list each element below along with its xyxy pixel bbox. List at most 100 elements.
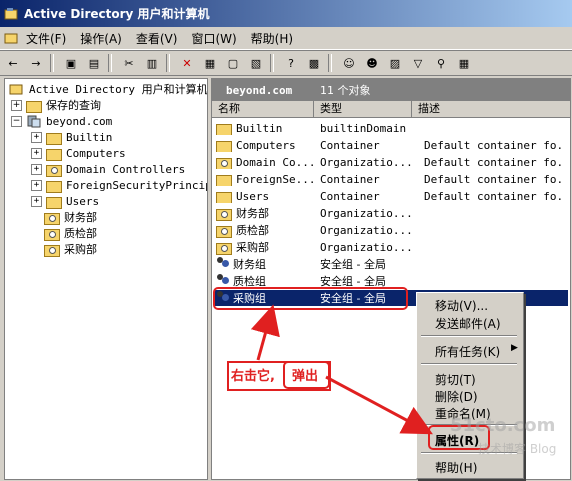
folder-icon xyxy=(216,139,232,152)
properties-icon[interactable]: ▦ xyxy=(200,53,220,73)
menu-help[interactable]: 帮助(H) xyxy=(251,30,293,47)
show-tree-icon[interactable]: ▤ xyxy=(84,53,104,73)
tree-item-label: 采购部 xyxy=(64,243,97,256)
row-type: Organizatio... xyxy=(320,206,413,220)
list-row-finance-group[interactable]: 财务组 安全组 - 全局 xyxy=(216,256,564,272)
row-type: builtinDomain xyxy=(320,121,407,135)
tree-item-label: beyond.com xyxy=(46,114,113,128)
annotation-popup: 弹出 xyxy=(292,369,319,384)
forward-arrow-icon[interactable]: → xyxy=(26,53,46,73)
expand-icon[interactable]: + xyxy=(31,147,42,159)
menu-item-all-tasks[interactable]: 所有任务(K) xyxy=(435,343,500,360)
system-menu-icon[interactable] xyxy=(4,31,20,45)
tree-item-label: Users xyxy=(66,194,100,208)
submenu-arrow-icon: ▶ xyxy=(511,343,518,353)
list-row-builtin[interactable]: Builtin builtinDomain xyxy=(216,120,564,136)
list-row-domain-controllers[interactable]: Domain Co... Organizatio... Default cont… xyxy=(216,154,564,170)
menu-window[interactable]: 窗口(W) xyxy=(191,30,236,47)
tree-item-label: 保存的查询 xyxy=(46,99,101,112)
export-list-icon[interactable]: ▧ xyxy=(246,53,266,73)
list-row-purchasing[interactable]: 采购部 Organizatio... xyxy=(216,239,564,255)
folder-icon xyxy=(46,131,62,145)
delete-icon[interactable]: ✕ xyxy=(177,53,197,73)
column-type[interactable]: 类型 xyxy=(314,101,412,117)
cut-icon[interactable]: ✂ xyxy=(119,53,139,73)
row-type: 安全组 - 全局 xyxy=(320,258,386,271)
row-desc: Default container fo... xyxy=(424,189,564,203)
row-name: Domain Co... xyxy=(236,155,316,169)
menu-item-cut[interactable]: 剪切(T) xyxy=(435,371,476,388)
annotation-right-click: 右击它, xyxy=(231,369,275,384)
column-name[interactable]: 名称 xyxy=(212,101,314,117)
ou-icon xyxy=(44,227,60,241)
toolbar-separator xyxy=(328,54,332,72)
row-name: Computers xyxy=(236,138,296,152)
menu-item-move[interactable]: 移动(V)... xyxy=(435,297,488,314)
help-icon[interactable]: ? xyxy=(281,53,301,73)
tree-item-domain[interactable]: − beyond.com xyxy=(11,113,112,129)
menu-separator xyxy=(421,335,517,337)
menu-action[interactable]: 操作(A) xyxy=(80,30,122,47)
menu-item-delete[interactable]: 删除(D) xyxy=(435,388,478,405)
toolbar-separator xyxy=(166,54,170,72)
list-row-computers[interactable]: Computers Container Default container fo… xyxy=(216,137,564,153)
domain-icon xyxy=(27,115,41,127)
menu-view[interactable]: 查看(V) xyxy=(136,30,178,47)
row-name: 财务组 xyxy=(233,258,266,271)
find-icon[interactable]: ⚲ xyxy=(431,53,451,73)
tree-item-saved-queries[interactable]: + 保存的查询 xyxy=(11,97,101,113)
list-row-finance[interactable]: 财务部 Organizatio... xyxy=(216,205,564,221)
copy-icon[interactable]: ▢ xyxy=(223,53,243,73)
list-row-foreign-security[interactable]: ForeignSe... Container Default container… xyxy=(216,171,564,187)
expand-icon[interactable]: + xyxy=(31,131,42,143)
menu-item-help[interactable]: 帮助(H) xyxy=(435,459,477,476)
folder-icon xyxy=(46,147,62,161)
details-domain: beyond.com xyxy=(226,83,293,97)
ou-icon xyxy=(216,207,232,221)
row-name: ForeignSe... xyxy=(236,172,316,186)
tree-item-domain-controllers[interactable]: + Domain Controllers xyxy=(31,161,185,177)
toolbar: ← → ▣ ▤ ✂ ▥ ✕ ▦ ▢ ▧ ? ▩ ☺ ☻ ▨ ▽ ⚲ ▦ xyxy=(0,50,572,76)
tree-item-computers[interactable]: + Computers xyxy=(31,145,126,161)
ad-root-icon xyxy=(9,84,23,94)
group-icon xyxy=(216,274,230,288)
add-to-group-icon[interactable]: ▦ xyxy=(454,53,474,73)
up-folder-icon[interactable]: ▣ xyxy=(61,53,81,73)
row-type: Container xyxy=(320,138,380,152)
collapse-icon[interactable]: − xyxy=(11,115,22,127)
tree-item-builtin[interactable]: + Builtin xyxy=(31,129,112,145)
column-description[interactable]: 描述 xyxy=(412,101,570,117)
list-row-users[interactable]: Users Container Default container fo... xyxy=(216,188,564,204)
new-group-icon[interactable]: ☻ xyxy=(362,53,382,73)
tree-item-finance[interactable]: 财务部 xyxy=(44,209,97,225)
tree-pane: Active Directory 用户和计算机 + 保存的查询 − beyond… xyxy=(4,78,208,480)
back-arrow-icon[interactable]: ← xyxy=(3,53,23,73)
new-ou-icon[interactable]: ▨ xyxy=(385,53,405,73)
tree-item-qc[interactable]: 质检部 xyxy=(44,225,97,241)
row-desc: Default container fo... xyxy=(424,138,564,152)
ou-icon xyxy=(46,163,62,177)
expand-icon[interactable]: + xyxy=(31,179,42,191)
folder-icon xyxy=(216,190,232,203)
tree-item-purchasing[interactable]: 采购部 xyxy=(44,241,97,257)
ou-icon xyxy=(44,243,60,257)
row-type: Container xyxy=(320,189,380,203)
expand-icon[interactable]: + xyxy=(31,195,42,207)
tree-root[interactable]: Active Directory 用户和计算机 xyxy=(9,81,207,97)
filter-icon[interactable]: ▽ xyxy=(408,53,428,73)
paste-icon[interactable]: ▥ xyxy=(142,53,162,73)
tree-item-foreign-security[interactable]: + ForeignSecurityPrincipa xyxy=(31,177,207,193)
new-user-icon[interactable]: ☺ xyxy=(339,53,359,73)
tree-item-label: Builtin xyxy=(66,130,113,144)
menu-item-send-mail[interactable]: 发送邮件(A) xyxy=(435,315,501,332)
expand-icon[interactable]: + xyxy=(11,99,22,111)
ou-icon xyxy=(216,224,232,238)
expand-icon[interactable]: + xyxy=(31,163,42,175)
console-icon[interactable]: ▩ xyxy=(304,53,324,73)
row-type: Container xyxy=(320,172,380,186)
tree-item-users[interactable]: + Users xyxy=(31,193,99,209)
menu-file[interactable]: 文件(F) xyxy=(26,30,66,47)
watermark-subtext: 技术博客 Blog xyxy=(478,442,557,456)
list-row-qc[interactable]: 质检部 Organizatio... xyxy=(216,222,564,238)
title-bar: Active Directory 用户和计算机 xyxy=(0,0,572,27)
